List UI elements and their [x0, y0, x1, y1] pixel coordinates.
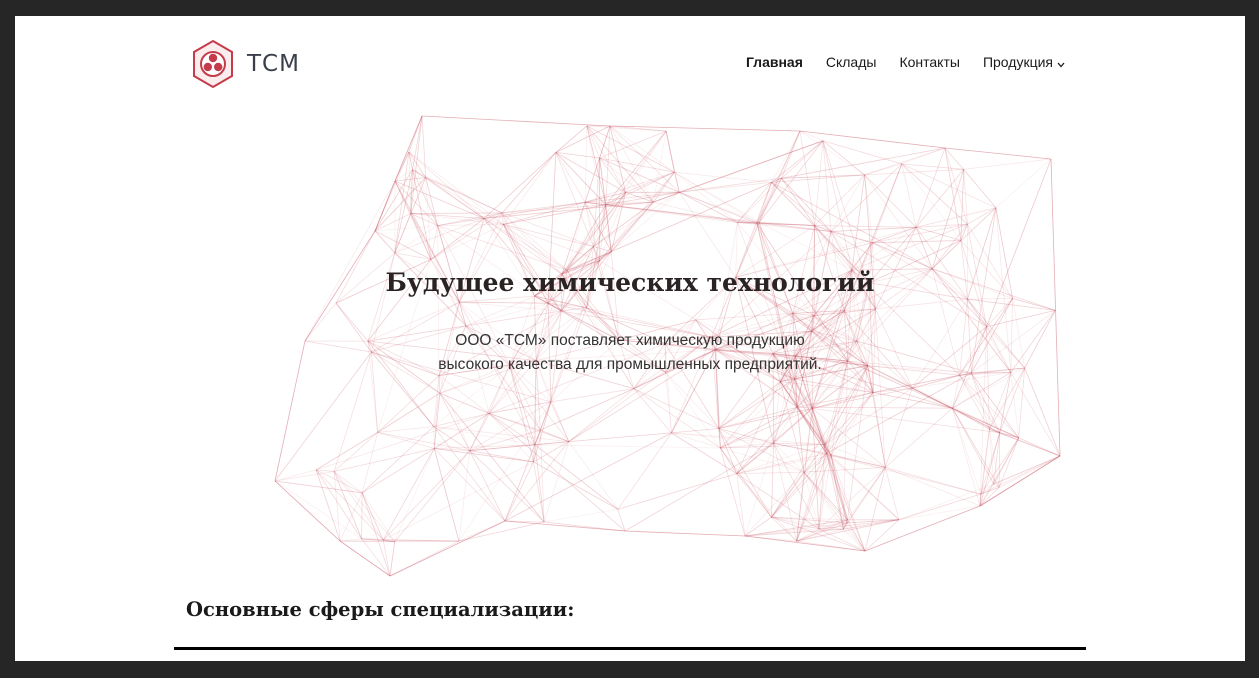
main-nav: Главная Склады Контакты Продукция [746, 54, 1065, 70]
nav-item-label: Склады [825, 54, 877, 70]
nav-item-contacts[interactable]: Контакты [899, 54, 959, 70]
nav-item-warehouses[interactable]: Склады [826, 54, 877, 70]
divider [174, 647, 1086, 650]
chevron-down-icon [1057, 62, 1065, 67]
nav-item-label: Продукция [982, 54, 1053, 70]
page: ТСМ Главная Склады Контакты Продукция Бу… [15, 16, 1245, 661]
nav-item-label: Контакты [899, 54, 960, 70]
nav-item-label: Главная [745, 54, 803, 70]
logo-text: ТСМ [247, 51, 300, 77]
hero-title: Будущее химических технологий [385, 268, 875, 297]
site-header: ТСМ Главная Склады Контакты Продукция [15, 16, 1245, 116]
logo-hexagon-icon [193, 39, 233, 89]
hero-subtitle-line: ООО «ТСМ» поставляет химическую продукци… [455, 332, 805, 349]
nav-item-products[interactable]: Продукция [983, 54, 1065, 70]
nav-item-home[interactable]: Главная [746, 54, 803, 70]
hero-subtitle: ООО «ТСМ» поставляет химическую продукци… [15, 329, 1245, 377]
hero-subtitle-line: высокого качества для промышленных предп… [438, 356, 822, 373]
site-logo[interactable]: ТСМ [191, 39, 300, 89]
section-title: Основные сферы специализации: [186, 598, 575, 621]
